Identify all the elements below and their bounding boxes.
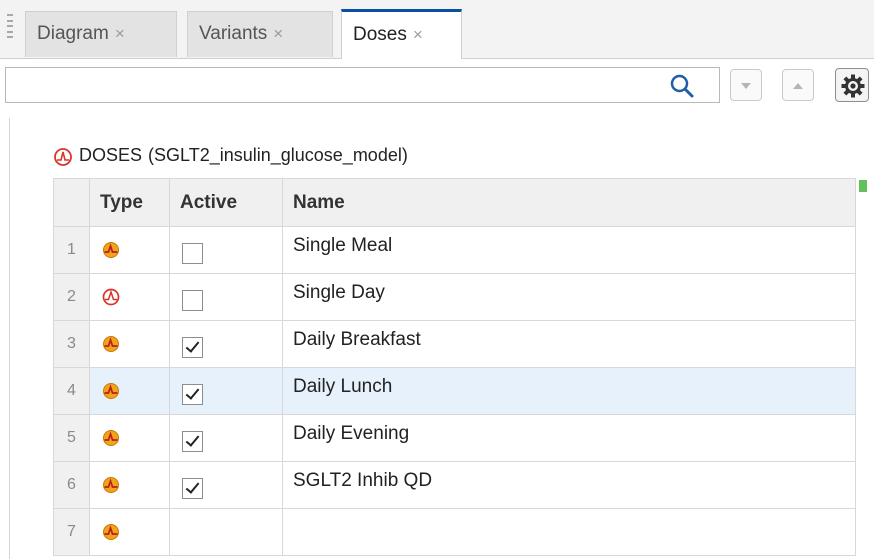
drag-grip-icon[interactable] [7, 14, 13, 38]
name-cell[interactable]: Single Meal [282, 226, 856, 274]
close-icon[interactable]: × [273, 24, 283, 43]
row-number: 1 [53, 226, 90, 274]
row-number: 3 [53, 320, 90, 368]
table-row[interactable]: 7 [53, 508, 856, 556]
model-name: (SGLT2_insulin_glucose_model) [148, 145, 408, 165]
status-marker [859, 180, 867, 192]
table-row[interactable]: 2 Single Day [53, 273, 856, 321]
row-number: 6 [53, 461, 90, 509]
section-title: DOSES [79, 145, 143, 165]
repeat-dose-icon [101, 524, 121, 547]
repeat-dose-icon [101, 430, 121, 453]
doses-table: Type Active Name 1 Single Meal 2 Single Day… [53, 178, 856, 556]
tab-diagram[interactable]: Diagram × [25, 11, 177, 57]
search-input[interactable] [6, 68, 656, 102]
active-checkbox[interactable] [182, 384, 203, 406]
type-cell[interactable] [89, 226, 170, 274]
row-number: 5 [53, 414, 90, 462]
tab-label: Variants [199, 23, 268, 44]
repeat-dose-icon [101, 477, 121, 500]
search-icon[interactable] [669, 73, 695, 99]
table-row[interactable]: 6 SGLT2 Inhib QD [53, 461, 856, 509]
name-cell[interactable]: Daily Lunch [282, 367, 856, 415]
chevron-down-icon [741, 83, 751, 89]
active-cell[interactable] [169, 414, 283, 462]
close-icon[interactable]: × [413, 25, 423, 44]
tab-label: Diagram [37, 23, 109, 44]
active-checkbox[interactable] [182, 337, 203, 359]
type-cell[interactable] [89, 320, 170, 368]
table-row[interactable]: 4 Daily Lunch [53, 367, 856, 415]
active-cell[interactable] [169, 461, 283, 509]
panel-left-border [9, 118, 10, 559]
tab-doses[interactable]: Doses × [341, 9, 462, 59]
active-cell[interactable] [169, 320, 283, 368]
tab-variants[interactable]: Variants × [187, 11, 333, 57]
name-cell[interactable] [282, 508, 856, 556]
active-cell[interactable] [169, 273, 283, 321]
row-number: 2 [53, 273, 90, 321]
repeat-dose-icon [101, 242, 121, 265]
active-checkbox[interactable] [182, 290, 203, 312]
table-row[interactable]: 3 Daily Breakfast [53, 320, 856, 368]
settings-button[interactable] [835, 68, 869, 102]
name-cell[interactable]: Daily Evening [282, 414, 856, 462]
row-number: 4 [53, 367, 90, 415]
type-cell[interactable] [89, 414, 170, 462]
search-toolbar [0, 58, 874, 110]
chevron-up-icon [793, 83, 803, 89]
name-cell[interactable]: Daily Breakfast [282, 320, 856, 368]
type-cell[interactable] [89, 508, 170, 556]
name-cell[interactable]: SGLT2 Inhib QD [282, 461, 856, 509]
repeat-dose-icon [101, 336, 121, 359]
active-cell[interactable] [169, 508, 283, 556]
schedule-dose-icon [101, 288, 121, 312]
row-number: 7 [53, 508, 90, 556]
previous-match-button[interactable] [782, 69, 814, 101]
active-cell[interactable] [169, 367, 283, 415]
tab-strip: Diagram × Variants × Doses × [0, 0, 874, 59]
repeat-dose-icon [101, 383, 121, 406]
type-cell[interactable] [89, 367, 170, 415]
tab-label: Doses [353, 24, 407, 45]
active-checkbox[interactable] [182, 243, 203, 265]
gear-icon [841, 74, 865, 98]
type-cell[interactable] [89, 461, 170, 509]
active-cell[interactable] [169, 226, 283, 274]
column-header-name[interactable]: Name [282, 178, 856, 227]
active-checkbox[interactable] [182, 478, 203, 500]
dose-icon [53, 146, 73, 176]
table-header-row: Type Active Name [53, 178, 856, 227]
row-number-header [53, 178, 90, 227]
close-icon[interactable]: × [115, 24, 125, 43]
column-header-active[interactable]: Active [169, 178, 283, 227]
table-row[interactable]: 1 Single Meal [53, 226, 856, 274]
type-cell[interactable] [89, 273, 170, 321]
name-cell[interactable]: Single Day [282, 273, 856, 321]
table-row[interactable]: 5 Daily Evening [53, 414, 856, 462]
column-header-type[interactable]: Type [89, 178, 170, 227]
active-checkbox[interactable] [182, 431, 203, 453]
search-field-container [5, 67, 720, 103]
next-match-button[interactable] [730, 69, 762, 101]
section-header: DOSES (SGLT2_insulin_glucose_model) [53, 140, 408, 170]
